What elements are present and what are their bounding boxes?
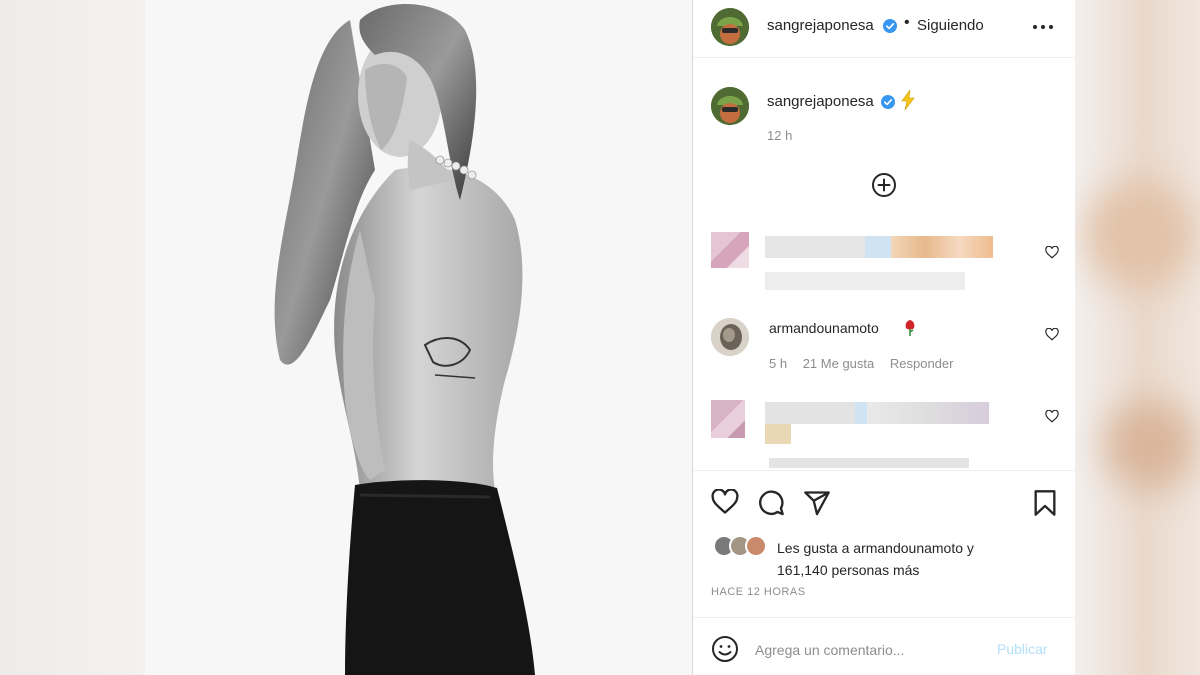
bookmark-icon[interactable] (1031, 489, 1059, 517)
verified-badge-icon (883, 19, 897, 33)
following-button[interactable]: Siguiendo (917, 17, 984, 34)
publish-button[interactable]: Publicar (997, 641, 1048, 657)
add-circle-icon[interactable] (871, 172, 897, 198)
redacted-text (765, 236, 865, 258)
share-icon[interactable] (803, 489, 831, 517)
heart-icon[interactable] (1045, 328, 1059, 341)
more-options-icon[interactable] (1033, 20, 1055, 34)
reply-button[interactable]: Responder (890, 356, 954, 371)
lightning-icon (901, 90, 915, 110)
comment-meta: 5 h 21 Me gusta Responder (769, 356, 965, 371)
rose-icon (905, 320, 915, 336)
emoji-icon[interactable] (711, 635, 739, 663)
redacted-text (867, 402, 989, 424)
author-username[interactable]: sangrejaponesa (767, 17, 874, 34)
commenter-username[interactable]: armandounamoto (769, 320, 879, 336)
post-actions: Les gusta a armandounamoto y 161,140 per… (693, 470, 1076, 613)
comment-time: 5 h (769, 356, 788, 371)
likes-suffix: y (963, 540, 974, 556)
commenter-avatar[interactable] (711, 318, 749, 356)
comment-likes[interactable]: 21 Me gusta (803, 356, 875, 371)
likes-summary: Les gusta a armandounamoto y 161,140 per… (777, 537, 1067, 581)
redacted-avatar (711, 232, 749, 268)
likes-user[interactable]: armandounamoto (853, 540, 963, 556)
redacted-text (765, 402, 855, 424)
post-age[interactable]: HACE 12 HORAS (711, 586, 806, 598)
redacted-text (765, 272, 965, 290)
add-comment-bar: Publicar (693, 617, 1076, 675)
redacted-text (865, 236, 891, 258)
redacted-text (855, 402, 867, 424)
likes-count[interactable]: 161,140 personas más (777, 562, 919, 578)
likers-avatars[interactable] (713, 535, 773, 559)
author-avatar[interactable] (711, 8, 749, 46)
comment-icon[interactable] (757, 489, 785, 517)
post-panel: sangrejaponesa • Siguiendo sangrejapones… (692, 0, 1076, 675)
post-image[interactable] (145, 0, 692, 675)
redacted-text (891, 236, 993, 258)
redacted-text (765, 424, 791, 444)
avatar (745, 535, 767, 557)
post-photo (145, 0, 692, 675)
caption-timestamp: 12 h (767, 128, 793, 143)
background-left (0, 0, 145, 675)
comment-input[interactable] (755, 632, 985, 668)
caption-author-username[interactable]: sangrejaponesa (767, 93, 874, 110)
redacted-meta (769, 458, 969, 468)
heart-icon[interactable] (1045, 246, 1059, 259)
likes-prefix: Les gusta a (777, 540, 854, 556)
caption-author-avatar[interactable] (711, 87, 749, 125)
verified-badge-icon (881, 95, 895, 109)
heart-icon[interactable] (1045, 410, 1059, 423)
redacted-avatar (711, 400, 745, 438)
post-header: sangrejaponesa • Siguiendo (693, 0, 1076, 58)
background-right (1075, 0, 1200, 675)
heart-icon[interactable] (711, 489, 739, 515)
comments-list: armandounamoto 5 h 21 Me gusta Responder (693, 222, 1076, 468)
separator-dot: • (904, 14, 910, 31)
